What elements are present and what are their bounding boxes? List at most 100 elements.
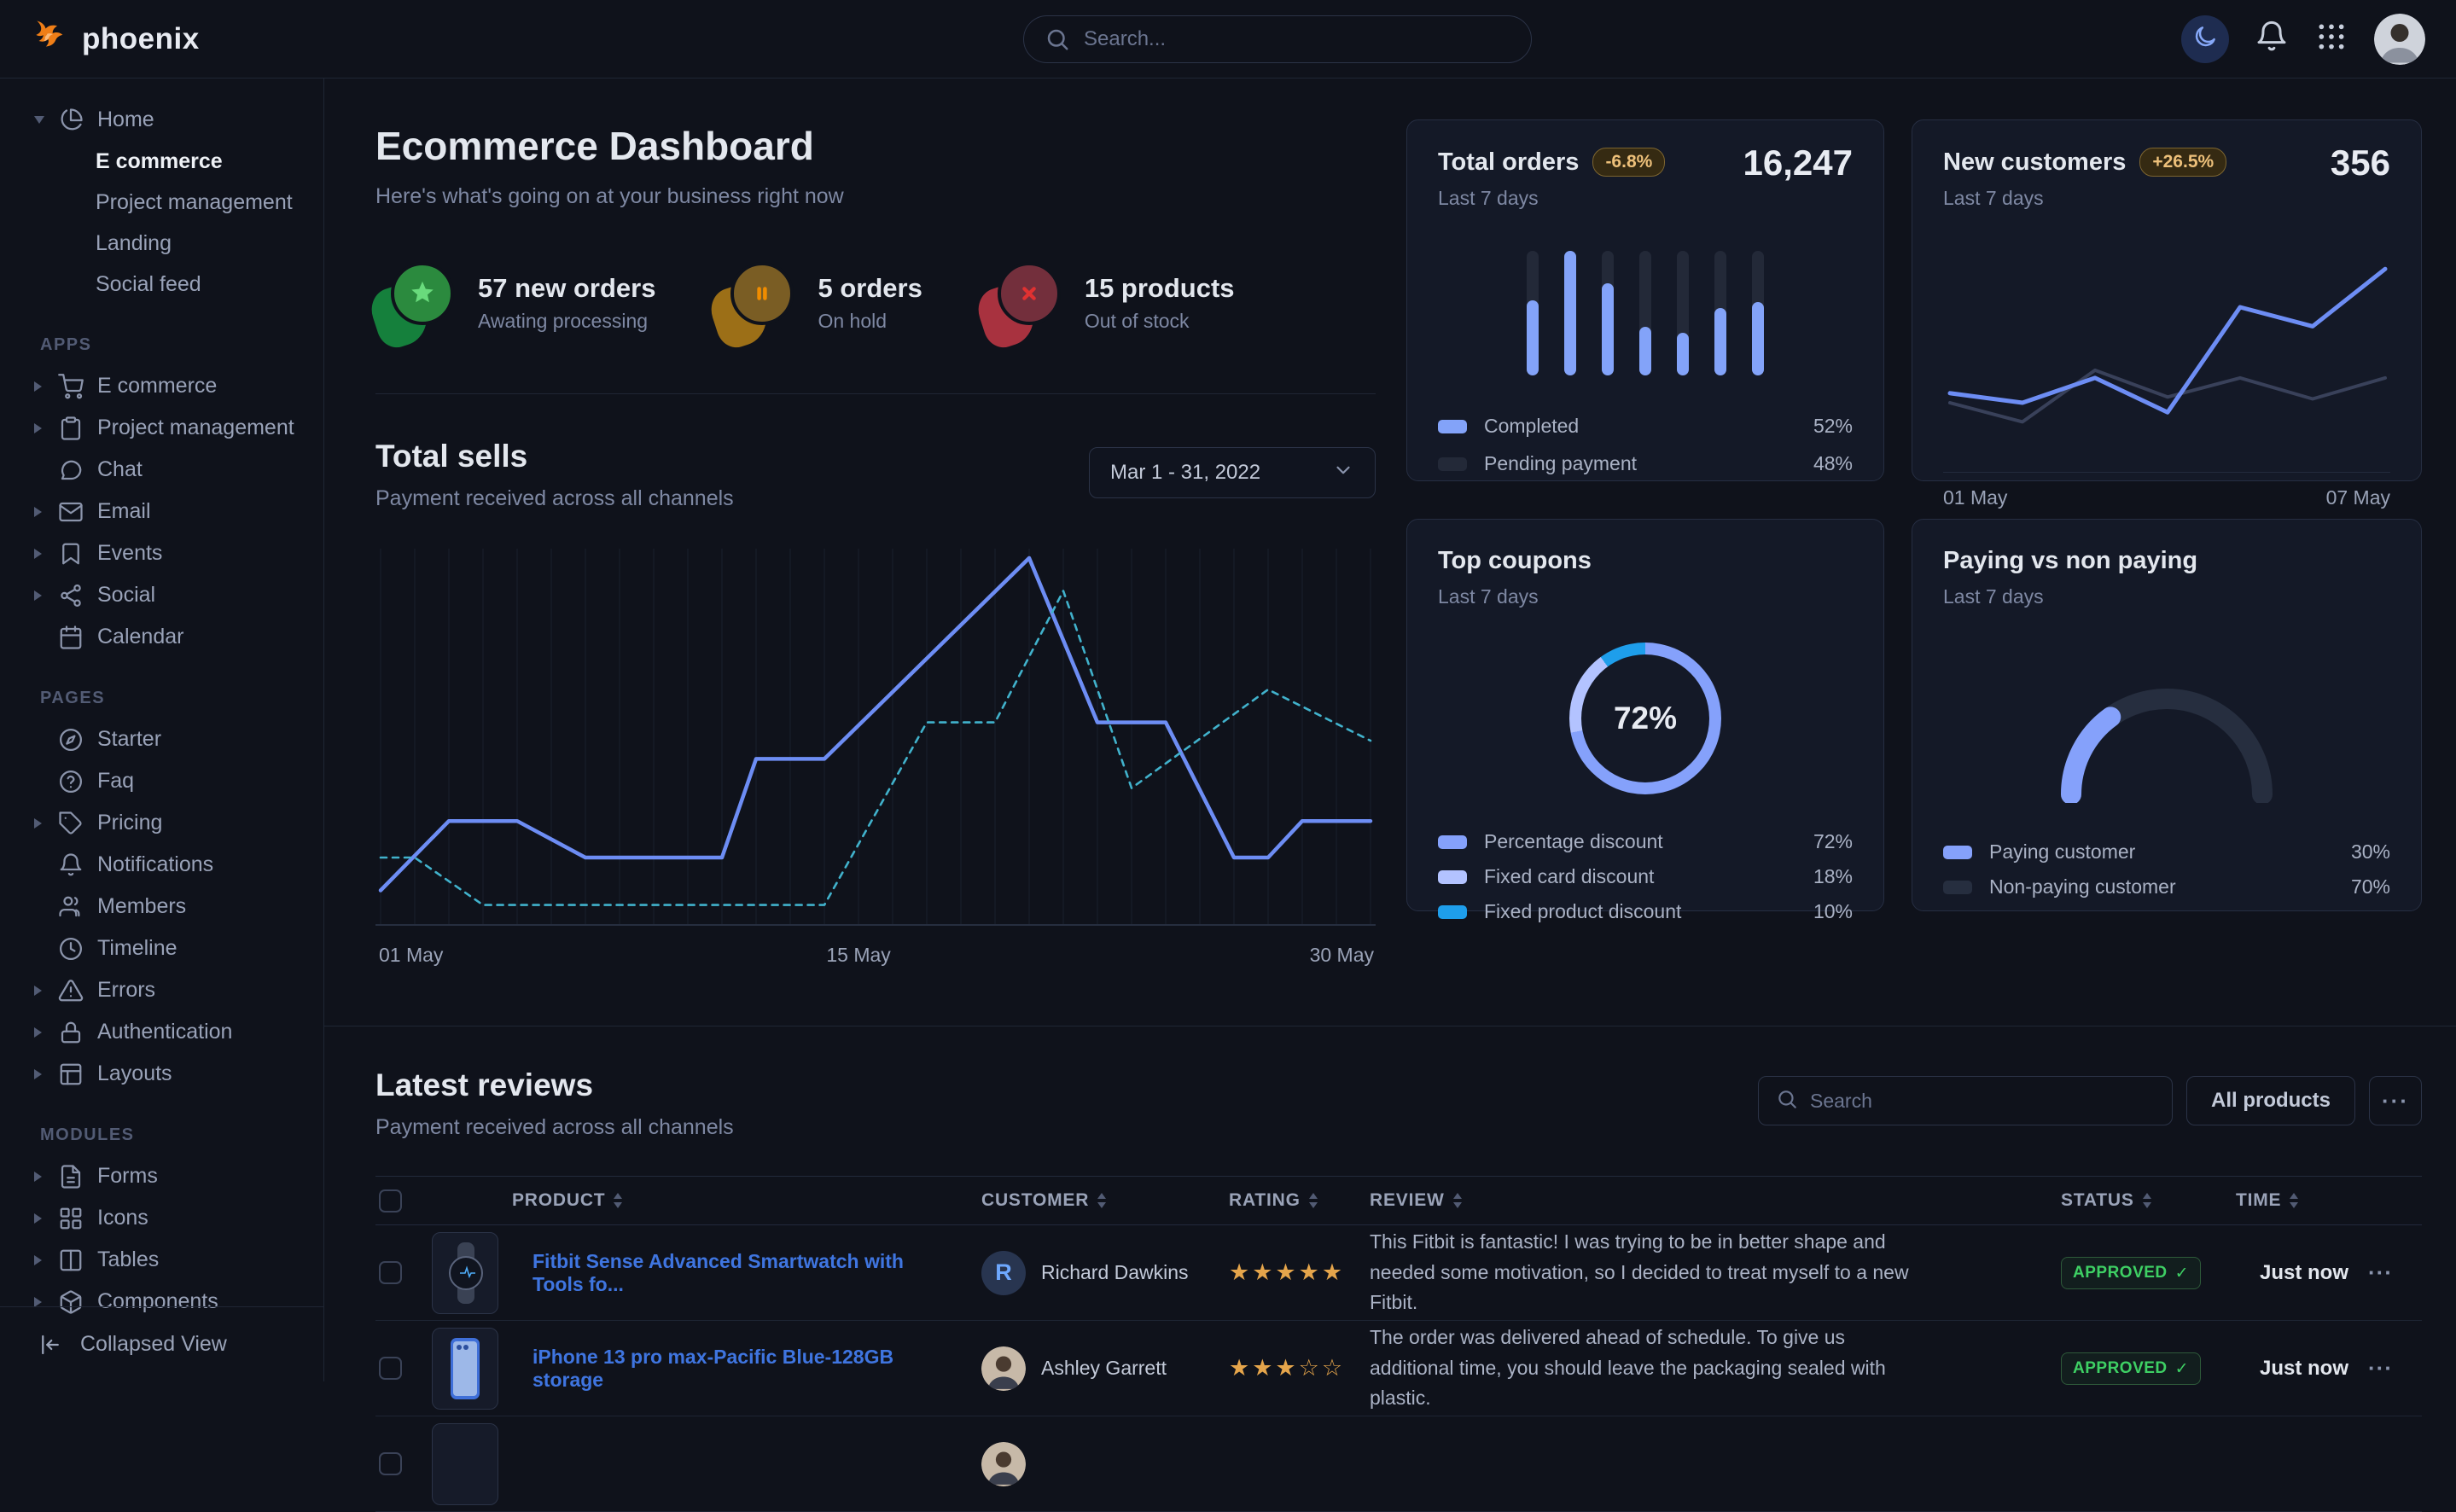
select-all-checkbox[interactable] bbox=[379, 1189, 402, 1213]
sidebar-item-e-commerce[interactable]: E commerce bbox=[0, 365, 323, 407]
stat-value: 15 products bbox=[1085, 273, 1235, 304]
reviews-more-button[interactable]: ··· bbox=[2369, 1076, 2422, 1125]
theme-toggle-button[interactable] bbox=[2181, 15, 2229, 63]
column-header-rating[interactable]: RATING bbox=[1229, 1190, 1370, 1211]
phoenix-flame-icon bbox=[31, 17, 70, 61]
caret-down-icon bbox=[34, 116, 58, 124]
kpi-cards-grid: Total orders -6.8% Last 7 days 16,247 Co… bbox=[1406, 119, 2422, 980]
card-title: Total orders bbox=[1438, 148, 1579, 177]
column-header-review[interactable]: REVIEW bbox=[1370, 1190, 2061, 1211]
row-checkbox[interactable] bbox=[379, 1261, 402, 1284]
sidebar-item-members[interactable]: Members bbox=[0, 886, 323, 928]
chat-icon bbox=[58, 457, 84, 483]
caret-right-icon bbox=[34, 1213, 58, 1224]
sidebar-item-email[interactable]: Email bbox=[0, 491, 323, 532]
logo-text: phoenix bbox=[82, 22, 200, 56]
stat-orange: 5 ordersOn hold bbox=[715, 262, 922, 344]
row-checkbox[interactable] bbox=[379, 1357, 402, 1380]
column-header-product[interactable]: PRODUCT bbox=[512, 1190, 981, 1211]
pie-icon bbox=[58, 108, 97, 133]
sidebar-item-starter[interactable]: Starter bbox=[0, 718, 323, 760]
column-header-customer[interactable]: CUSTOMER bbox=[981, 1190, 1229, 1211]
new-customers-card: New customers +26.5% Last 7 days 356 01 … bbox=[1912, 119, 2422, 481]
nav-section-label: PAGES bbox=[40, 689, 323, 708]
phoenix-logo[interactable]: phoenix bbox=[31, 17, 200, 61]
sidebar-item-label: Events bbox=[97, 541, 162, 566]
product-link[interactable]: Fitbit Sense Advanced Smartwatch with To… bbox=[512, 1250, 981, 1296]
sidebar-item-label: Calendar bbox=[97, 625, 183, 649]
row-actions-button[interactable]: ··· bbox=[2368, 1259, 2393, 1285]
sidebar-item-project-management[interactable]: Project management bbox=[0, 407, 323, 449]
reviews-search[interactable] bbox=[1758, 1076, 2173, 1125]
sidebar-item-faq[interactable]: Faq bbox=[0, 760, 323, 802]
bar-completed bbox=[1677, 333, 1689, 375]
notifications-button[interactable] bbox=[2255, 20, 2289, 58]
caret-right-icon bbox=[34, 1297, 58, 1307]
bar-track bbox=[1677, 251, 1689, 375]
user-avatar[interactable] bbox=[2374, 14, 2425, 65]
product-link[interactable]: iPhone 13 pro max-Pacific Blue-128GB sto… bbox=[512, 1346, 981, 1392]
sidebar-item-layouts[interactable]: Layouts bbox=[0, 1053, 323, 1095]
nine-dots-grid-icon bbox=[2314, 20, 2348, 58]
sidebar-item-forms[interactable]: Forms bbox=[0, 1155, 323, 1197]
caret-right-icon bbox=[34, 986, 58, 996]
card-period: Last 7 days bbox=[1943, 585, 2390, 608]
review-text: The order was delivered ahead of schedul… bbox=[1370, 1323, 2061, 1414]
sidebar-item-icons[interactable]: Icons bbox=[0, 1197, 323, 1239]
layout-icon bbox=[58, 1061, 84, 1087]
date-range-value: Mar 1 - 31, 2022 bbox=[1110, 461, 1260, 485]
sidebar-item-home[interactable]: Home bbox=[0, 99, 323, 141]
sidebar-item-e-commerce[interactable]: E commerce bbox=[0, 141, 323, 182]
sidebar-item-calendar[interactable]: Calendar bbox=[0, 616, 323, 658]
sort-icon bbox=[1097, 1193, 1106, 1208]
row-checkbox[interactable] bbox=[379, 1452, 402, 1475]
sidebar-item-project-management[interactable]: Project management bbox=[0, 182, 323, 223]
sidebar-item-timeline[interactable]: Timeline bbox=[0, 928, 323, 969]
all-products-button[interactable]: All products bbox=[2186, 1076, 2355, 1125]
warning-icon bbox=[58, 978, 97, 1003]
sidebar-item-tables[interactable]: Tables bbox=[0, 1239, 323, 1281]
total-orders-card: Total orders -6.8% Last 7 days 16,247 Co… bbox=[1406, 119, 1884, 481]
pie-icon bbox=[58, 108, 84, 133]
legend-swatch bbox=[1438, 457, 1467, 471]
legend-swatch bbox=[1943, 881, 1972, 894]
caret-right-icon bbox=[34, 590, 58, 601]
sidebar-item-pricing[interactable]: Pricing bbox=[0, 802, 323, 844]
legend-item: Fixed card discount18% bbox=[1438, 865, 1853, 888]
column-header-time[interactable]: TIME bbox=[2236, 1190, 2368, 1211]
mail-icon bbox=[58, 499, 97, 525]
sidebar-item-notifications[interactable]: Notifications bbox=[0, 844, 323, 886]
sidebar-item-chat[interactable]: Chat bbox=[0, 449, 323, 491]
calendar-icon bbox=[58, 625, 97, 650]
reviews-search-input[interactable] bbox=[1810, 1090, 2155, 1113]
clipboard-icon bbox=[58, 416, 97, 441]
customer-avatar bbox=[981, 1346, 1026, 1391]
sidebar-item-events[interactable]: Events bbox=[0, 532, 323, 574]
help-icon bbox=[58, 769, 97, 794]
sidebar-item-authentication[interactable]: Authentication bbox=[0, 1011, 323, 1053]
lock-icon bbox=[58, 1020, 97, 1045]
date-range-select[interactable]: Mar 1 - 31, 2022 bbox=[1089, 447, 1376, 498]
card-period: Last 7 days bbox=[1438, 585, 1853, 608]
bar-track bbox=[1527, 251, 1539, 375]
chevron-down-icon bbox=[1332, 459, 1354, 487]
customer-avatar bbox=[981, 1442, 1026, 1486]
total-sells-chart: 01 May 15 May 30 May bbox=[375, 544, 1376, 980]
sidebar-item-landing[interactable]: Landing bbox=[0, 223, 323, 264]
order-stats-row: 57 new ordersAwating processing5 ordersO… bbox=[375, 262, 1376, 344]
sidebar-item-social-feed[interactable]: Social feed bbox=[0, 264, 323, 305]
legend-swatch bbox=[1438, 835, 1467, 849]
sidebar-item-label: Social feed bbox=[96, 272, 201, 297]
sidebar-item-errors[interactable]: Errors bbox=[0, 969, 323, 1011]
legend-swatch bbox=[1943, 846, 1972, 859]
columns-icon bbox=[58, 1247, 84, 1273]
sidebar-item-social[interactable]: Social bbox=[0, 574, 323, 616]
compass-icon bbox=[58, 727, 84, 753]
global-search-input[interactable] bbox=[1084, 27, 1510, 51]
global-search[interactable] bbox=[1023, 15, 1532, 63]
apps-grid-button[interactable] bbox=[2314, 20, 2348, 58]
collapse-sidebar-button[interactable]: Collapsed View bbox=[0, 1306, 323, 1381]
column-header-status[interactable]: STATUS bbox=[2061, 1190, 2236, 1211]
paying-legend: Paying customer30%Non-paying customer70% bbox=[1943, 840, 2390, 898]
row-actions-button[interactable]: ··· bbox=[2368, 1355, 2393, 1381]
